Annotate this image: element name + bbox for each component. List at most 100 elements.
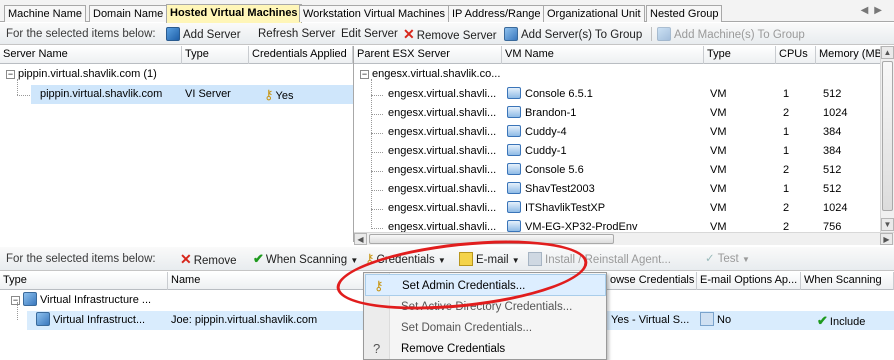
col-browse-credentials[interactable]: owse Credentials <box>607 272 697 290</box>
tab-machine-name[interactable]: Machine Name <box>4 5 86 22</box>
vm-row[interactable]: engesx.virtual.shavli... ShavTest2003 VM… <box>354 180 874 199</box>
cpus-cell: 1 <box>783 88 790 100</box>
email-options-value: No <box>717 314 732 326</box>
test-label: Test <box>717 253 739 265</box>
tab-hosted-virtual-machines[interactable]: Hosted Virtual Machines <box>166 4 302 23</box>
add-machines-to-group-button[interactable]: Add Machine(s) To Group <box>657 27 805 41</box>
vm-name-cell: Cuddy-4 <box>504 123 704 142</box>
memory-cell: 384 <box>823 126 842 138</box>
collapse-icon[interactable]: − <box>11 296 20 305</box>
tab-organizational-unit[interactable]: Organizational Unit <box>543 5 645 22</box>
dropdown-arrow-icon: ▼ <box>741 255 750 264</box>
tab-workstation-virtual-machines[interactable]: Workstation Virtual Machines <box>299 5 450 22</box>
vm-name-cell: Brandon-1 <box>504 104 704 123</box>
edit-server-button[interactable]: Edit Server <box>341 27 398 41</box>
col-type[interactable]: Type <box>182 46 249 64</box>
toolbar-separator <box>651 27 652 41</box>
vm-icon <box>507 182 521 194</box>
right-group-row[interactable]: − engesx.virtual.shavlik.co... <box>354 65 874 84</box>
vm-name-cell: ShavTest2003 <box>504 180 704 199</box>
vm-row[interactable]: engesx.virtual.shavli... Brandon-1 VM 2 … <box>354 104 874 123</box>
memory-cell: 512 <box>823 183 842 195</box>
credentials-cell: ⚷ Yes <box>261 85 341 104</box>
vm-row[interactable]: engesx.virtual.shavli... Cuddy-4 VM 1 38… <box>354 123 874 142</box>
vm-type-cell: VM <box>710 183 727 195</box>
vm-name: ShavTest2003 <box>525 183 595 195</box>
memory-cell: 512 <box>823 88 842 100</box>
tree-connector-h <box>371 228 383 229</box>
scroll-down-button[interactable]: ▼ <box>881 218 894 231</box>
remove-x-icon: ✕ <box>403 26 415 42</box>
col-cpus[interactable]: CPUs <box>776 46 816 64</box>
when-scanning-label: When Scanning <box>265 254 348 266</box>
vm-row[interactable]: engesx.virtual.shavli... ITShavlikTestXP… <box>354 199 874 218</box>
col-bottom-type[interactable]: Type <box>0 272 168 290</box>
vm-name: Cuddy-1 <box>525 145 567 157</box>
collapse-icon[interactable]: − <box>360 70 369 79</box>
tree-connector-h <box>371 152 383 153</box>
add-to-group-label: Add Server(s) To Group <box>521 29 643 41</box>
tree-connector-h <box>371 95 383 96</box>
vm-name: Console 5.6 <box>525 164 584 176</box>
col-memory[interactable]: Memory (MB) <box>816 46 882 64</box>
tree-connector <box>17 302 18 320</box>
col-email-options[interactable]: E-mail Options Ap... <box>697 272 801 290</box>
check-icon: ✔ <box>817 313 828 328</box>
parent-esx-cell: engesx.virtual.shavli... <box>388 88 497 100</box>
refresh-server-button[interactable]: Refresh Server <box>258 27 335 41</box>
add-machines-label: Add Machine(s) To Group <box>674 29 805 41</box>
vm-icon <box>507 144 521 156</box>
vertical-scrollbar[interactable]: ▲ ▼ <box>880 46 894 232</box>
vm-name: Brandon-1 <box>525 107 577 119</box>
vm-name-cell: Console 5.6 <box>504 161 704 180</box>
tree-connector <box>17 79 18 95</box>
col-server-name[interactable]: Server Name <box>0 46 182 64</box>
group-icon <box>504 27 518 41</box>
menu-item-label: Set Domain Credentials... <box>401 322 533 334</box>
remove-button[interactable]: ✕ Remove <box>180 252 237 267</box>
scroll-left-button[interactable]: ◀ <box>354 233 367 245</box>
when-scanning-value: Include <box>829 316 866 328</box>
collapse-icon[interactable]: − <box>6 70 15 79</box>
test-button[interactable]: ✓ Test ▼ <box>705 252 750 266</box>
tab-nested-group[interactable]: Nested Group <box>646 5 723 22</box>
vertical-scroll-thumb[interactable] <box>882 61 893 211</box>
col-vm-name[interactable]: VM Name <box>502 46 704 64</box>
remove-server-button[interactable]: ✕ Remove Server <box>403 26 497 42</box>
parent-esx-cell: engesx.virtual.shavli... <box>388 183 497 195</box>
remove-credentials-item[interactable]: ? Remove Credentials <box>365 338 606 360</box>
bottom-toolbar-prefix: For the selected items below: <box>6 253 156 265</box>
when-scanning-button[interactable]: ✔ When Scanning ▼ <box>253 251 358 267</box>
vm-name-cell: Cuddy-1 <box>504 142 704 161</box>
email-options-cell: No <box>697 311 797 330</box>
cpus-cell: 1 <box>783 145 790 157</box>
tab-domain-name[interactable]: Domain Name <box>89 5 168 22</box>
cpus-cell: 1 <box>783 126 790 138</box>
tab-ip-address-range[interactable]: IP Address/Range <box>448 5 545 22</box>
server-name-cell: pippin.virtual.shavlik.com <box>40 88 163 100</box>
left-group-row[interactable]: − pippin.virtual.shavlik.com (1) <box>0 65 353 84</box>
check-icon: ✔ <box>253 251 264 266</box>
scroll-up-button[interactable]: ▲ <box>881 46 894 59</box>
vm-row[interactable]: engesx.virtual.shavli... Console 6.5.1 V… <box>354 85 874 104</box>
tab-scroll-arrows[interactable]: ◀▶ <box>861 5 888 16</box>
scroll-right-button[interactable]: ▶ <box>880 233 893 245</box>
set-domain-credentials-item[interactable]: Set Domain Credentials... <box>365 317 606 339</box>
vm-row[interactable]: engesx.virtual.shavli... Cuddy-1 VM 1 38… <box>354 142 874 161</box>
vm-icon <box>507 106 521 118</box>
remove-server-label: Remove Server <box>416 30 497 42</box>
right-grid-header: Parent ESX Server VM Name Type CPUs Memo… <box>354 46 894 64</box>
horizontal-scrollbar[interactable]: ◀ ▶ <box>354 232 894 245</box>
vm-type-cell: VM <box>710 164 727 176</box>
add-to-group-button[interactable]: Add Server(s) To Group <box>504 27 642 41</box>
col-vm-type[interactable]: Type <box>704 46 776 64</box>
col-credentials-applied[interactable]: Credentials Applied <box>249 46 353 64</box>
left-server-row[interactable]: pippin.virtual.shavlik.com VI Server ⚷ Ye… <box>31 85 353 104</box>
group-label: pippin.virtual.shavlik.com (1) <box>18 68 157 80</box>
question-icon: ? <box>373 341 381 356</box>
tree-connector-h <box>371 171 383 172</box>
vm-row[interactable]: engesx.virtual.shavli... Console 5.6 VM … <box>354 161 874 180</box>
col-when-scanning[interactable]: When Scanning <box>801 272 894 290</box>
add-server-button[interactable]: Add Server <box>166 27 241 41</box>
col-parent-esx[interactable]: Parent ESX Server <box>354 46 502 64</box>
